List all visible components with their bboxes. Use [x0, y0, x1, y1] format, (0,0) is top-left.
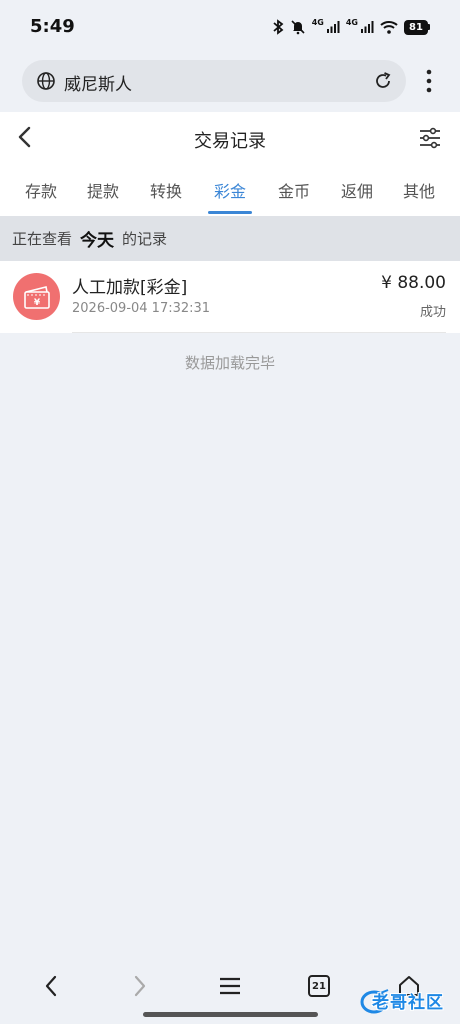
watermark-logo: 老哥社区 — [358, 986, 456, 1016]
tabs-icon: 21 — [308, 975, 330, 997]
signal-icon — [361, 21, 374, 33]
globe-icon — [37, 72, 55, 90]
load-complete-text: 数据加载完毕 — [184, 354, 275, 372]
signal-icon — [326, 21, 340, 33]
tab-rebate[interactable]: 返佣 — [329, 178, 385, 216]
battery-icon: 81 — [404, 19, 430, 35]
status-time: 5:49 — [30, 16, 75, 37]
tab-withdraw[interactable]: 提款 — [75, 178, 131, 216]
menu-icon — [220, 977, 240, 995]
watermark-text: 老哥社区 — [372, 993, 444, 1013]
forward-icon — [134, 975, 146, 997]
tab-coins[interactable]: 金币 — [266, 178, 322, 216]
tab-count: 21 — [312, 980, 326, 992]
more-vert-icon[interactable] — [424, 69, 434, 93]
viewing-suffix: 的记录 — [122, 230, 168, 248]
back-icon — [45, 975, 57, 997]
home-indicator[interactable] — [143, 1012, 318, 1017]
tab-bar: 存款 提款 转换 彩金 金币 返佣 其他 — [0, 172, 460, 216]
tab-label: 返佣 — [340, 182, 373, 201]
wifi-icon — [380, 21, 398, 34]
app-header: 交易记录 存款 提款 转换 彩金 金币 返佣 其他 — [0, 112, 460, 216]
nav-menu-button[interactable] — [210, 966, 250, 1006]
tab-label: 其他 — [402, 182, 435, 201]
address-bar[interactable]: 威尼斯人 — [22, 60, 406, 102]
mute-bell-icon — [291, 20, 305, 35]
battery-level: 81 — [404, 19, 428, 35]
tab-label: 彩金 — [213, 182, 246, 201]
tab-label: 转换 — [149, 182, 182, 201]
reload-icon[interactable] — [372, 70, 394, 92]
network-label-1: 4G — [311, 17, 324, 27]
record-time: 2026-09-04 17:32:31 — [72, 301, 211, 316]
nav-forward-button[interactable] — [120, 966, 160, 1006]
tab-deposit[interactable]: 存款 — [13, 178, 69, 216]
svg-text:¥: ¥ — [33, 298, 40, 308]
site-name: 威尼斯人 — [64, 75, 132, 95]
network-label-2: 4G — [345, 17, 358, 27]
page-title: 交易记录 — [194, 131, 266, 152]
tab-bonus[interactable]: 彩金 — [202, 178, 258, 216]
record-title: 人工加款[彩金] — [72, 278, 188, 298]
divider — [72, 332, 446, 333]
tab-transfer[interactable]: 转换 — [138, 178, 194, 216]
nav-tabs-button[interactable]: 21 — [299, 966, 339, 1006]
tab-label: 存款 — [24, 182, 57, 201]
tab-other[interactable]: 其他 — [391, 178, 447, 216]
list-item[interactable]: ¥ 人工加款[彩金] 2026-09-04 17:32:31 ¥ 88.00 成… — [0, 261, 460, 333]
wallet-yuan-icon: ¥ — [13, 273, 60, 320]
status-bar: 5:49 4G 4G 81 — [0, 0, 460, 52]
record-amount: ¥ 88.00 — [381, 273, 446, 293]
nav-back-button[interactable] — [31, 966, 71, 1006]
tab-label: 金币 — [277, 182, 310, 201]
record-status: 成功 — [419, 305, 446, 320]
tab-label: 提款 — [86, 182, 119, 201]
active-tab-indicator — [208, 211, 252, 214]
filter-sliders-icon[interactable] — [418, 126, 442, 150]
viewing-period-strip: 正在查看 今天 的记录 — [0, 216, 460, 261]
viewing-period[interactable]: 今天 — [80, 226, 114, 251]
status-icons: 4G 4G 81 — [272, 16, 430, 38]
viewing-prefix: 正在查看 — [12, 230, 73, 248]
bluetooth-icon — [273, 19, 284, 35]
